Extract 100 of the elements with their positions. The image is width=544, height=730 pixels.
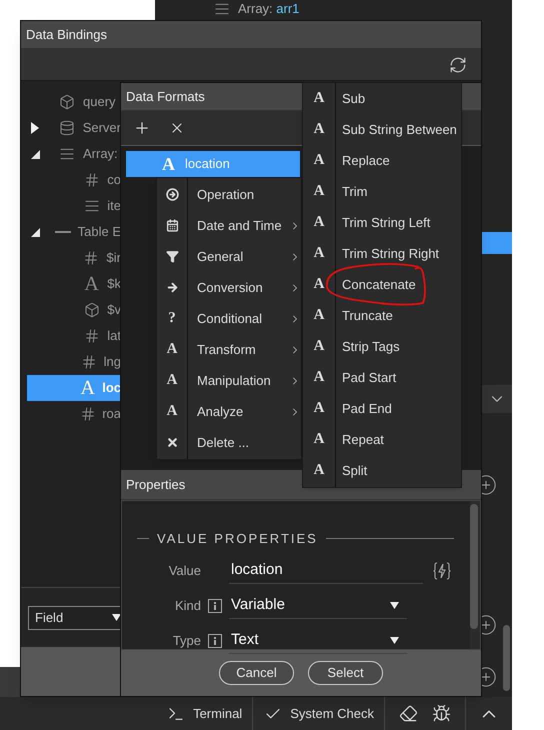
tree-item[interactable]: Table E [27,219,121,245]
menu-item[interactable]: A Split [303,455,461,486]
menu-label: Concatenate [342,276,416,294]
menu-label: Conditional [197,310,264,328]
menu-label: Date and Time [197,216,283,235]
menu-label: Truncate [342,306,393,325]
tree-item[interactable]: $v [27,297,121,323]
menu-item[interactable]: A Replace [303,145,461,176]
select-field[interactable]: Variable [229,592,407,618]
menu-label: Sub String Between [342,120,457,139]
menu-item[interactable]: Date and Time [157,210,301,241]
tree-label: Array: [83,145,118,164]
menu-item[interactable]: A Trim String Right [303,238,461,269]
menu-item[interactable]: Delete ... [157,427,301,458]
tree-label: Server [82,119,121,138]
select-button[interactable]: Select [308,661,383,685]
field-label: Type [172,632,201,650]
menu-item[interactable]: General [157,241,301,272]
tree-label: co [107,171,121,190]
glyph-icon: A [314,122,324,137]
glyph-icon: A [162,155,175,173]
menu-label: Replace [342,152,390,170]
value-field[interactable]: location [229,558,423,584]
menu-item[interactable]: A Trim String Left [303,207,461,238]
tree-item[interactable]: $ir [27,245,121,271]
menu-item[interactable]: A Sub [303,83,461,114]
glyph-icon: A [166,404,178,419]
tree-label: $v [107,301,121,320]
tree-item[interactable]: lng [27,349,121,375]
glyph-icon: A [314,91,324,106]
menu-item[interactable]: Operation [157,179,301,210]
tree-label: roa [102,405,121,424]
menu-label: Pad End [342,400,392,418]
glyph-icon: A [314,339,324,354]
menu-label: Trim [342,182,368,201]
menu-label: Manipulation [197,372,272,390]
field-label: Value [168,562,201,580]
tree-label: ite [107,197,121,216]
tree-item[interactable]: roa [27,401,121,427]
menu-label: Analyze [197,402,244,421]
glyph-icon: A [166,342,178,357]
field-label: Kind [174,596,201,615]
menu-item[interactable]: A Concatenate [303,269,461,300]
glyph-icon: A [314,401,324,416]
section-title: VALUE PROPERTIES [157,530,318,548]
menu-item[interactable]: ? Conditional [157,303,301,334]
tree-label: loc [102,379,121,398]
menu-label: General [197,248,244,266]
format-label: location [185,155,230,174]
tree-label: lng [104,353,121,372]
panel-title: Properties [126,476,186,494]
tree-label: $ir [106,249,121,268]
menu-item[interactable]: A Analyze [157,396,301,427]
menu-item[interactable]: A Transform [157,334,301,365]
glyph-icon: ? [168,311,176,326]
menu-label: Split [342,462,368,480]
tree-item[interactable]: Server [27,115,121,141]
menu-item[interactable]: A Truncate [303,300,461,331]
glyph-icon: A [314,308,324,323]
letter-icon: A [84,274,99,294]
menu-label: Transform [197,340,257,359]
letter-icon: A [80,378,95,398]
menu-label: Pad Start [342,368,396,387]
tree-item[interactable]: A $k [27,271,121,297]
glyph-icon: A [166,373,178,388]
tree-item[interactable]: lat [27,323,121,349]
glyph-icon: A [314,370,324,385]
menu-label: Conversion [197,278,264,297]
menu-label: Delete ... [197,434,250,452]
array-label: Array: arr1 [238,0,300,18]
dialog-title: Data Formats [126,88,205,106]
tree-item[interactable]: co [27,167,121,193]
glyph-icon: A [314,153,324,168]
menu-item[interactable]: A Manipulation [157,365,301,396]
cancel-button[interactable]: Cancel [219,661,294,685]
menu-label: Sub [342,90,366,108]
tree-label: Table E [78,223,121,242]
tree-label: lat [107,327,121,346]
glyph-icon: A [314,432,324,447]
menu-item[interactable]: A Strip Tags [303,331,461,362]
menu-label: Strip Tags [342,338,400,356]
tree-item[interactable]: query [27,89,121,115]
menu-item[interactable]: A Repeat [303,424,461,455]
menu-label: Trim String Left [342,214,430,232]
menu-label: Operation [197,186,256,204]
menu-item[interactable]: A Trim [303,176,461,207]
tree-label: $k [107,275,121,294]
menu-label: Repeat [342,430,384,449]
menu-item[interactable]: A Pad End [303,393,461,424]
menu-label: Trim String Right [342,244,440,263]
glyph-icon: A [314,184,324,199]
tree-label: query [83,93,116,112]
dialog-title: Data Bindings [26,26,107,44]
tree-item[interactable]: Array: [27,141,121,167]
glyph-icon: A [314,463,324,478]
glyph-icon: A [314,277,324,292]
menu-item[interactable]: A Pad Start [303,362,461,393]
menu-item[interactable]: Conversion [157,272,301,303]
tree-item[interactable]: ite [27,193,121,219]
glyph-icon: A [314,215,324,230]
